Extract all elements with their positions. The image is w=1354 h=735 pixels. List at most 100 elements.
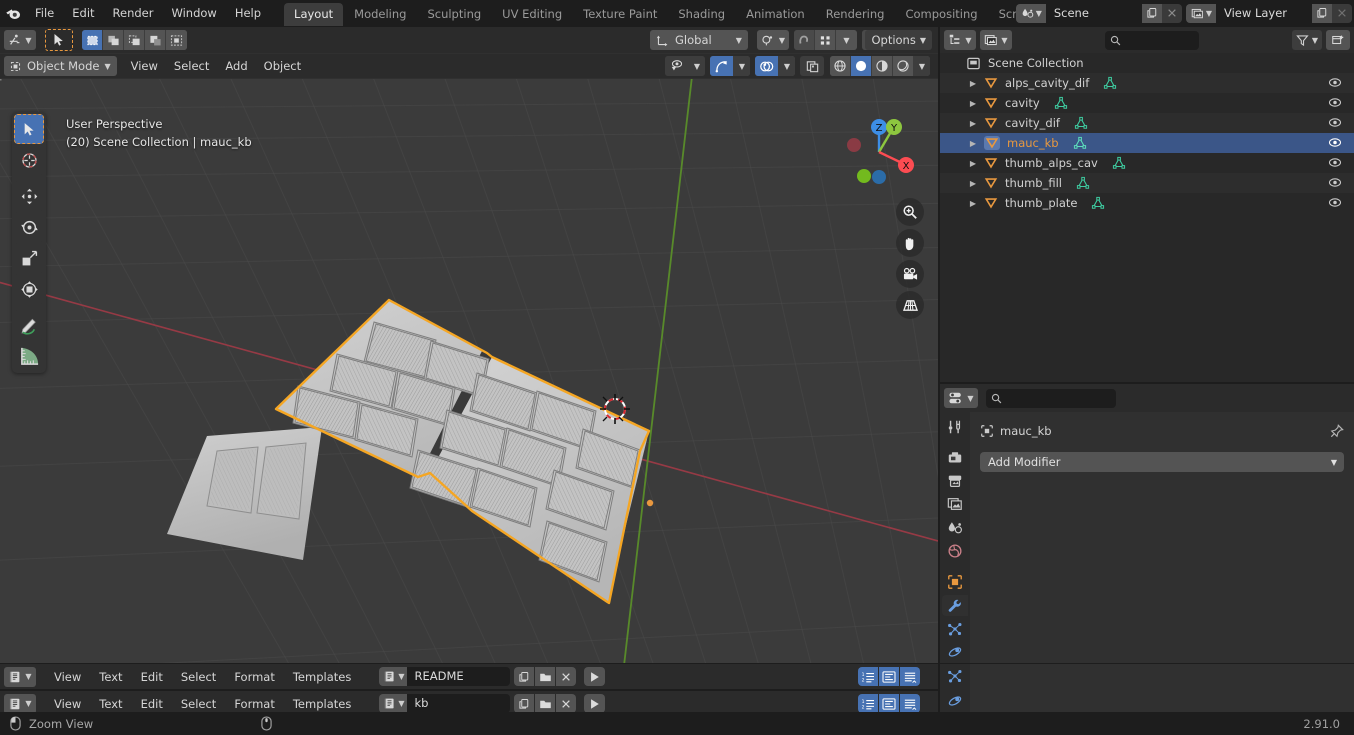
- text-filename[interactable]: kb: [407, 694, 511, 713]
- zoom-icon[interactable]: [896, 198, 924, 226]
- view-layer-new-button[interactable]: [1312, 3, 1332, 23]
- scene-name[interactable]: Scene: [1045, 3, 1142, 23]
- properties-tab-particles[interactable]: [942, 618, 968, 639]
- text-menu-select[interactable]: Select: [173, 669, 224, 685]
- text-menu-edit[interactable]: Edit: [133, 669, 171, 685]
- rotate-tool-icon[interactable]: [14, 212, 44, 242]
- new-text-icon[interactable]: [514, 694, 535, 713]
- scene-datablock[interactable]: ▼ Scene: [1015, 3, 1182, 23]
- outliner-row-0[interactable]: ▶ alps_cavity_dif: [940, 73, 1354, 93]
- properties-tab-view-layer[interactable]: [942, 494, 968, 515]
- visibility-eye-icon[interactable]: [1328, 136, 1342, 149]
- visibility-eye-icon[interactable]: [1328, 96, 1342, 109]
- menu-file[interactable]: File: [26, 2, 63, 24]
- visibility-eye-icon[interactable]: [1328, 156, 1342, 169]
- text-menu-edit[interactable]: Edit: [133, 696, 171, 712]
- line-numbers-icon[interactable]: 12: [858, 667, 878, 686]
- scene-new-button[interactable]: [1141, 3, 1162, 23]
- text-menu-select[interactable]: Select: [173, 696, 224, 712]
- pan-hand-icon[interactable]: [896, 229, 924, 257]
- properties-tab-output[interactable]: [942, 470, 968, 491]
- new-collection-icon[interactable]: [1326, 30, 1350, 50]
- text-menu-text[interactable]: Text: [91, 696, 130, 712]
- blender-logo-icon[interactable]: [0, 0, 26, 26]
- transform-tool-icon[interactable]: [14, 274, 44, 304]
- scene-icon[interactable]: ▼: [1015, 3, 1046, 23]
- workspace-tab-sculpting[interactable]: Sculpting: [417, 3, 491, 26]
- viewport-menu-select[interactable]: Select: [166, 58, 217, 74]
- active-tool-icon[interactable]: [45, 29, 73, 51]
- workspace-tab-animation[interactable]: Animation: [736, 3, 815, 26]
- properties-tab-physics-2[interactable]: [942, 689, 968, 712]
- disclosure-triangle-icon[interactable]: ▶: [966, 139, 980, 148]
- visibility-eye-icon[interactable]: [1328, 116, 1342, 129]
- workspace-tab-layout[interactable]: Layout: [284, 3, 344, 26]
- workspace-tab-uv-editing[interactable]: UV Editing: [492, 3, 572, 26]
- cursor-tool-icon[interactable]: [14, 145, 44, 175]
- overlays-icon[interactable]: [755, 56, 779, 76]
- snap-dropdown[interactable]: ▼: [756, 30, 789, 50]
- text-menu-templates[interactable]: Templates: [285, 669, 359, 685]
- snap-chevron[interactable]: ▼: [836, 30, 857, 50]
- select-mode-subtract[interactable]: [124, 30, 145, 50]
- properties-tab-physics[interactable]: [942, 642, 968, 663]
- ortho-persp-icon[interactable]: [896, 291, 924, 319]
- properties-tab-object[interactable]: [942, 572, 968, 593]
- visibility-eye-icon[interactable]: [1328, 76, 1342, 89]
- text-datablock-icon[interactable]: ▼: [379, 694, 408, 713]
- editor-type-icon[interactable]: ▼: [4, 30, 36, 50]
- text-menu-format[interactable]: Format: [226, 669, 283, 685]
- close-icon[interactable]: [556, 694, 577, 713]
- properties-tab-modifier[interactable]: [942, 594, 968, 617]
- outliner-search-input[interactable]: [1105, 30, 1199, 50]
- snap-target-icon[interactable]: [815, 30, 836, 50]
- view-layer-icon[interactable]: ▼: [1185, 3, 1216, 23]
- gizmo-chevron[interactable]: ▼: [734, 56, 750, 76]
- menu-render[interactable]: Render: [104, 2, 163, 24]
- text-datablock-icon[interactable]: ▼: [379, 667, 408, 686]
- workspace-tab-modeling[interactable]: Modeling: [344, 3, 416, 26]
- text-filename[interactable]: README: [407, 667, 511, 686]
- workspace-tab-texture-paint[interactable]: Texture Paint: [573, 3, 667, 26]
- tweak-select-tool-icon[interactable]: [14, 114, 44, 144]
- properties-tab-render[interactable]: [942, 447, 968, 468]
- outliner-row-3-selected[interactable]: ▶ mauc_kb: [940, 133, 1354, 153]
- shading-solid[interactable]: [851, 56, 872, 76]
- overlays-chevron[interactable]: ▼: [779, 56, 795, 76]
- select-mode-extend[interactable]: [103, 30, 124, 50]
- disclosure-triangle-icon[interactable]: ▶: [966, 179, 980, 188]
- properties-tab-particles-2[interactable]: [942, 664, 968, 687]
- workspace-tab-shading[interactable]: Shading: [668, 3, 735, 26]
- annotate-tool-icon[interactable]: [14, 310, 44, 340]
- xray-toggle-icon[interactable]: [800, 56, 824, 76]
- viewport-canvas[interactable]: User Perspective (20) Scene Collection |…: [0, 79, 938, 663]
- gizmo-icon[interactable]: [710, 56, 734, 76]
- navigation-axis-gizmo[interactable]: Z Y X: [842, 115, 916, 189]
- view-layer-remove-button[interactable]: [1332, 3, 1352, 23]
- word-wrap-icon[interactable]: [879, 667, 899, 686]
- outliner-display-mode-icon[interactable]: ▼: [944, 30, 976, 50]
- shading-rendered[interactable]: [893, 56, 914, 76]
- text-datablock-field[interactable]: ▼ README: [379, 667, 511, 686]
- transform-orientation-dropdown[interactable]: Global ▼: [650, 30, 748, 50]
- disclosure-triangle-icon[interactable]: ▶: [966, 159, 980, 168]
- properties-search-input[interactable]: [986, 388, 1116, 408]
- viewport-menu-object[interactable]: Object: [256, 58, 309, 74]
- viewport-menu-add[interactable]: Add: [217, 58, 255, 74]
- outliner-filter-id-icon[interactable]: ▼: [980, 30, 1012, 50]
- text-menu-view[interactable]: View: [46, 669, 89, 685]
- menu-window[interactable]: Window: [162, 2, 225, 24]
- outliner-row-6[interactable]: ▶ thumb_plate: [940, 193, 1354, 213]
- outliner-row-5[interactable]: ▶ thumb_fill: [940, 173, 1354, 193]
- visibility-eye-icon[interactable]: [665, 56, 689, 76]
- camera-view-icon[interactable]: [896, 260, 924, 288]
- text-menu-view[interactable]: View: [46, 696, 89, 712]
- outliner-row-2[interactable]: ▶ cavity_dif: [940, 113, 1354, 133]
- text-editor-type-icon[interactable]: ▼: [4, 666, 36, 687]
- syntax-highlight-icon[interactable]: [900, 694, 920, 713]
- disclosure-triangle-icon[interactable]: ▶: [966, 199, 980, 208]
- open-folder-icon[interactable]: [535, 667, 556, 686]
- interaction-mode-dropdown[interactable]: Object Mode ▼: [4, 56, 117, 76]
- measure-tool-icon[interactable]: [14, 341, 44, 371]
- properties-tab-scene[interactable]: [942, 517, 968, 538]
